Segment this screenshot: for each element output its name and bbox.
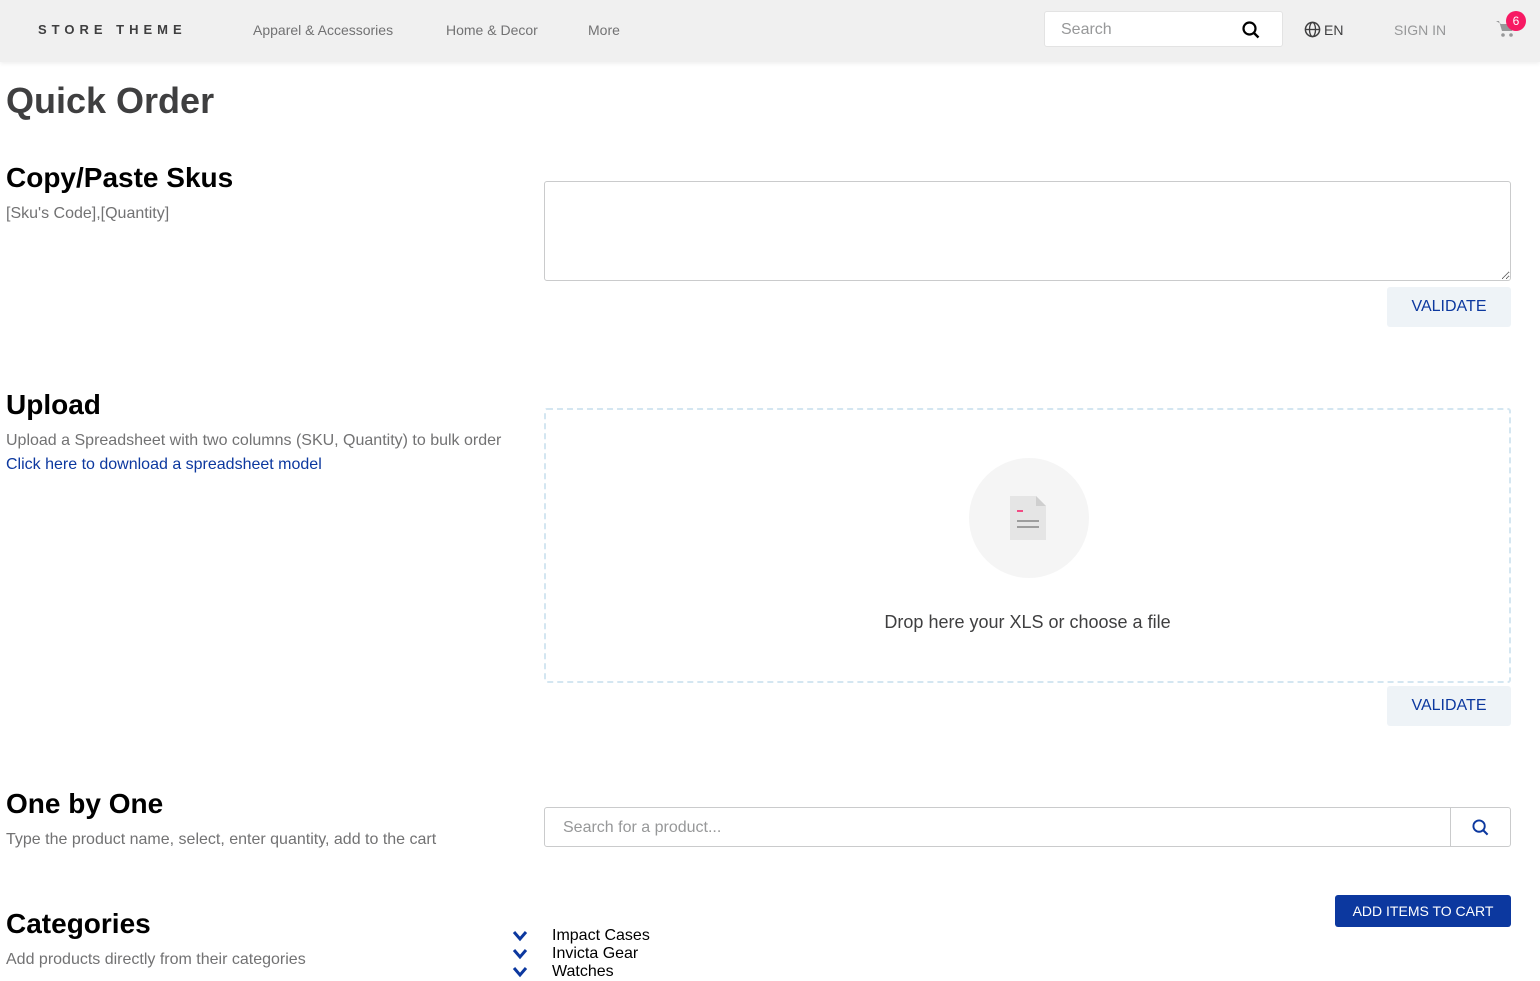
category-item[interactable]: Impact Cases <box>512 927 650 945</box>
search-icon[interactable] <box>1242 21 1260 39</box>
cart-count-badge: 6 <box>1506 11 1526 31</box>
nav-home-decor[interactable]: Home & Decor <box>446 22 538 38</box>
product-search-input[interactable]: Search for a product... <box>544 807 1511 847</box>
product-search-button[interactable] <box>1450 808 1510 846</box>
logo[interactable]: STORE THEME <box>38 22 187 37</box>
chevron-down-icon[interactable] <box>512 948 528 960</box>
globe-icon <box>1304 21 1321 38</box>
category-item[interactable]: Invicta Gear <box>512 945 638 963</box>
chevron-down-icon[interactable] <box>512 966 528 978</box>
validate-skus-button[interactable]: VALIDATE <box>1387 287 1511 327</box>
category-label: Invicta Gear <box>552 945 639 962</box>
one-by-one-title: One by One <box>6 788 164 819</box>
one-by-one-desc: Type the product name, select, enter qua… <box>6 831 437 848</box>
sku-textarea[interactable] <box>544 181 1511 281</box>
copy-paste-title: Copy/Paste Skus <box>6 162 234 193</box>
product-search-placeholder: Search for a product... <box>563 819 722 836</box>
language-label: EN <box>1324 21 1344 38</box>
sign-in-link[interactable]: SIGN IN <box>1394 22 1446 38</box>
file-icon-circle <box>969 458 1089 578</box>
page-title: Quick Order <box>6 80 215 121</box>
download-model-link[interactable]: Click here to download a spreadsheet mod… <box>6 456 322 474</box>
validate-upload-button[interactable]: VALIDATE <box>1387 686 1511 726</box>
nav-apparel[interactable]: Apparel & Accessories <box>253 22 393 38</box>
category-label: Impact Cases <box>552 927 650 944</box>
add-items-to-cart-button[interactable]: ADD ITEMS TO CART <box>1335 895 1511 927</box>
nav-more[interactable]: More <box>588 22 620 38</box>
language-selector[interactable]: EN <box>1304 21 1343 38</box>
upload-desc: Upload a Spreadsheet with two columns (S… <box>6 432 502 449</box>
categories-desc: Add products directly from their categor… <box>6 951 306 968</box>
header: STORE THEME Apparel & Accessories Home &… <box>0 0 1540 62</box>
file-dropzone[interactable]: Drop here your XLS or choose a file <box>544 408 1511 683</box>
chevron-down-icon[interactable] <box>512 930 528 942</box>
file-icon <box>1010 496 1046 540</box>
copy-paste-desc: [Sku's Code],[Quantity] <box>6 205 170 222</box>
categories-title: Categories <box>6 908 151 939</box>
category-item[interactable]: Watches <box>512 963 614 981</box>
dropzone-text: Drop here your XLS or choose a file <box>884 612 1171 632</box>
category-label: Watches <box>552 963 614 980</box>
search-icon <box>1472 818 1489 835</box>
search-input[interactable]: Search <box>1044 11 1283 47</box>
search-placeholder: Search <box>1061 21 1112 38</box>
upload-title: Upload <box>6 389 101 420</box>
